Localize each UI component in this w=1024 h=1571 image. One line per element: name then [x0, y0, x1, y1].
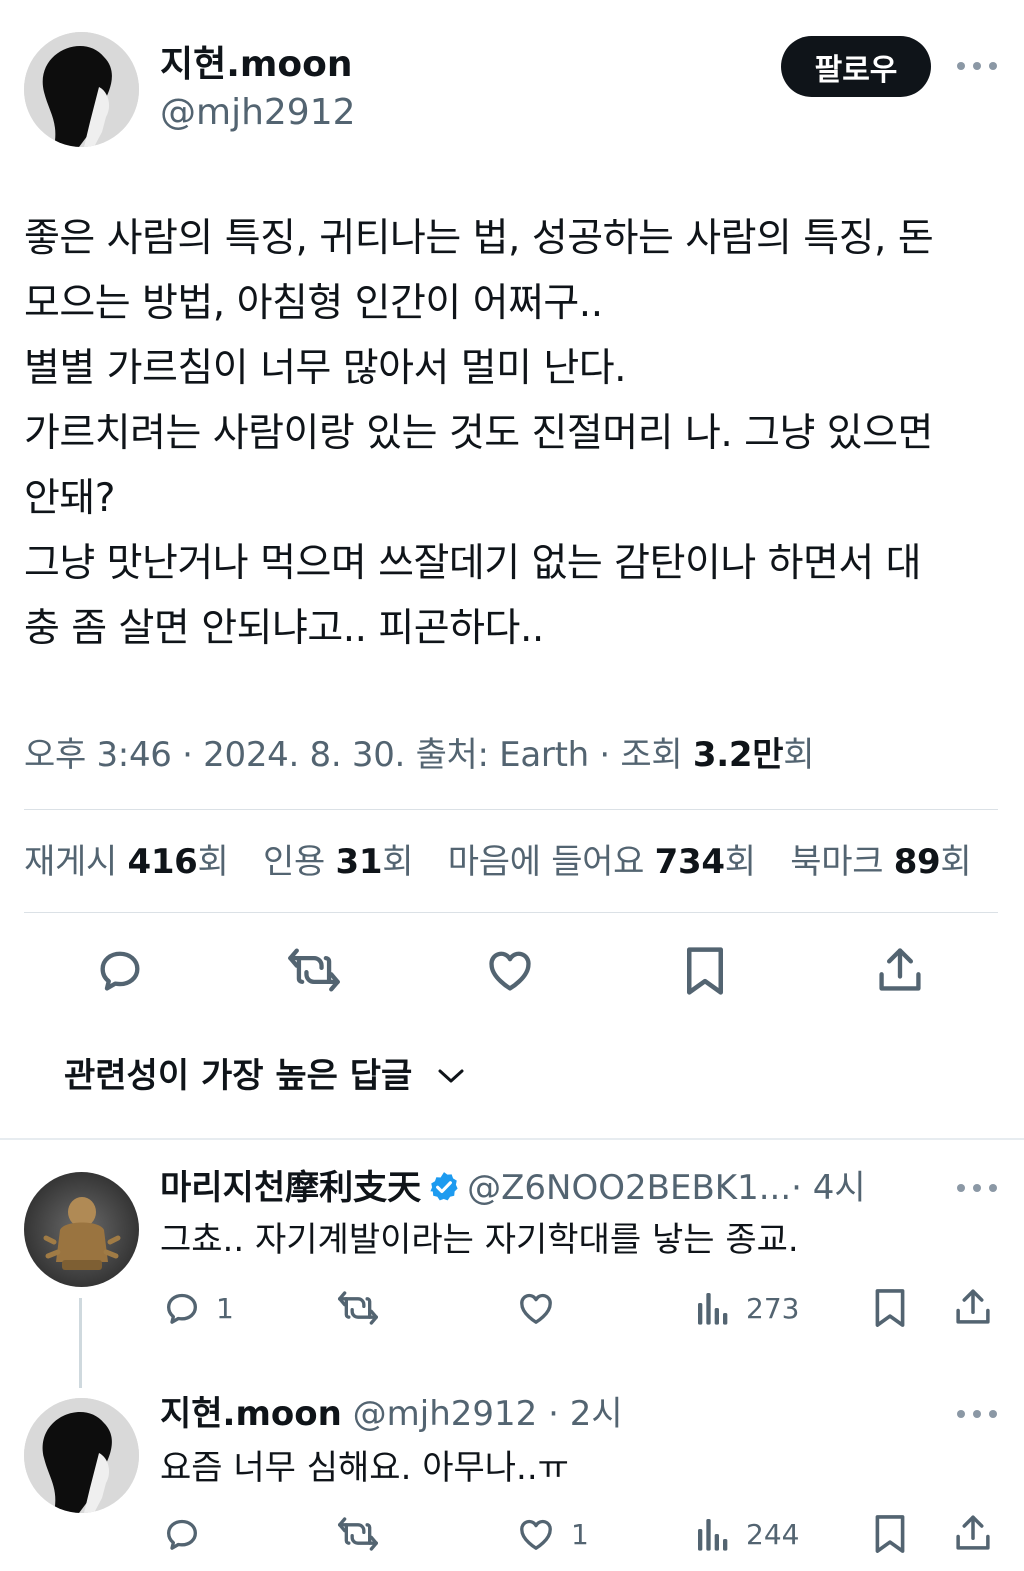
thread-connector — [79, 1298, 82, 1388]
reply-header: 지현.moon @mjh2912 · 2시 — [160, 1390, 623, 1438]
reply-views-button[interactable]: 244 — [694, 1514, 799, 1554]
verified-badge-icon — [430, 1171, 458, 1200]
bookmark-icon — [875, 1289, 905, 1327]
share-icon[interactable] — [874, 944, 926, 996]
stat-reposts[interactable]: 재게시 416회 — [24, 842, 229, 882]
reply-text: 그쵸.. 자기계발이라는 자기학대를 낳는 종교. — [160, 1220, 799, 1260]
bookmark-icon[interactable] — [682, 944, 728, 998]
stat-bookmarks[interactable]: 북마크 89회 — [790, 842, 971, 882]
bookmark-icon — [875, 1515, 905, 1553]
reply-bookmark-button[interactable] — [872, 1512, 908, 1556]
reply-author-name[interactable]: 지현.moon — [160, 1394, 342, 1434]
reply-sort-label[interactable]: 관련성이 가장 높은 답글 — [64, 1052, 412, 1100]
reply-header: 마리지천摩利支天 @Z6NOO2BEBK1...· 4시 — [160, 1164, 866, 1212]
reply-author-handle[interactable]: @mjh2912 — [353, 1394, 538, 1434]
views-label: 조회 — [620, 735, 683, 775]
repost-icon — [337, 1291, 378, 1325]
reply-icon[interactable] — [94, 944, 146, 996]
reply-repost-button[interactable] — [336, 1514, 380, 1554]
post-time[interactable]: 오후 3:46 — [24, 735, 172, 775]
reply-text: 요즘 너무 심해요. 아무나..ㅠ — [160, 1448, 569, 1488]
share-icon — [956, 1515, 990, 1550]
reply-author-handle[interactable]: @Z6NOO2BEBK1... — [467, 1168, 791, 1208]
post-text-line: 모으는 방법, 아침형 인간이 어쩌구.. — [24, 281, 603, 326]
share-icon — [956, 1289, 990, 1324]
reply-bookmark-button[interactable] — [872, 1286, 908, 1330]
reply-reply-button[interactable]: 1 — [162, 1288, 234, 1328]
reply-views-button[interactable]: 273 — [694, 1288, 799, 1328]
like-count: 1 — [571, 1517, 589, 1551]
like-icon — [520, 1519, 552, 1550]
reply-avatar[interactable] — [24, 1398, 139, 1513]
post-source: 출처: Earth — [415, 735, 590, 775]
section-divider — [0, 1138, 1024, 1140]
post-text-line: 가르치려는 사람이랑 있는 것도 진절머리 나. 그냥 있으면 — [24, 411, 933, 456]
reply-like-button[interactable]: 1 — [515, 1514, 589, 1554]
stat-quotes[interactable]: 인용 31회 — [263, 842, 413, 882]
reply-time[interactable]: · 4시 — [791, 1168, 866, 1208]
views-count: 273 — [746, 1291, 800, 1325]
reply-share-button[interactable] — [952, 1286, 994, 1328]
post-text-line: 충 좀 살면 안되냐고.. 피곤하다.. — [24, 606, 544, 651]
analytics-icon — [698, 1519, 728, 1551]
reply-time[interactable]: · 2시 — [548, 1394, 623, 1434]
analytics-icon — [698, 1293, 728, 1325]
post-text: 좋은 사람의 특징, 귀티나는 법, 성공하는 사람의 특징, 돈 모으는 방법… — [24, 206, 1009, 661]
follow-button[interactable]: 팔로우 — [781, 36, 931, 97]
reply-count: 1 — [216, 1291, 234, 1325]
more-options-icon[interactable] — [957, 1406, 997, 1422]
post-text-line: 그냥 맛난거나 먹으며 쓰잘데기 없는 감탄이나 하면서 대 — [24, 541, 922, 586]
like-icon[interactable] — [483, 944, 537, 996]
author-handle[interactable]: @mjh2912 — [160, 90, 356, 136]
post-date[interactable]: 2024. 8. 30. — [203, 735, 405, 775]
post-meta: 오후 3:46 · 2024. 8. 30. 출처: Earth · 조회 3.… — [24, 735, 815, 775]
post-text-line: 별별 가르침이 너무 많아서 멀미 난다. — [24, 346, 627, 391]
divider — [24, 912, 998, 913]
repost-icon — [337, 1517, 378, 1551]
chevron-down-icon[interactable] — [436, 1064, 466, 1092]
reply-share-button[interactable] — [952, 1512, 994, 1554]
views-count[interactable]: 3.2만 — [693, 735, 784, 775]
repost-icon[interactable] — [286, 944, 342, 996]
post-text-line: 안돼? — [24, 476, 115, 521]
reply-icon — [167, 1293, 197, 1324]
post-text-line: 좋은 사람의 특징, 귀티나는 법, 성공하는 사람의 특징, 돈 — [24, 216, 934, 261]
reply-repost-button[interactable] — [336, 1288, 380, 1328]
post-stats: 재게시 416회 인용 31회 마음에 들어요 734회 북마크 89회 — [24, 836, 995, 888]
reply-like-button[interactable] — [515, 1288, 571, 1328]
views-count: 244 — [746, 1517, 800, 1551]
more-options-icon[interactable] — [957, 58, 997, 74]
reply-icon — [167, 1519, 197, 1550]
like-icon — [520, 1293, 552, 1324]
reply-avatar[interactable] — [24, 1172, 139, 1287]
more-options-icon[interactable] — [957, 1180, 997, 1196]
divider — [24, 809, 998, 810]
author-name[interactable]: 지현.moon — [160, 40, 353, 90]
author-avatar[interactable] — [24, 32, 139, 147]
reply-reply-button[interactable] — [162, 1514, 216, 1554]
reply-author-name[interactable]: 마리지천摩利支天 — [160, 1168, 421, 1208]
stat-likes[interactable]: 마음에 들어요 734회 — [448, 842, 756, 882]
